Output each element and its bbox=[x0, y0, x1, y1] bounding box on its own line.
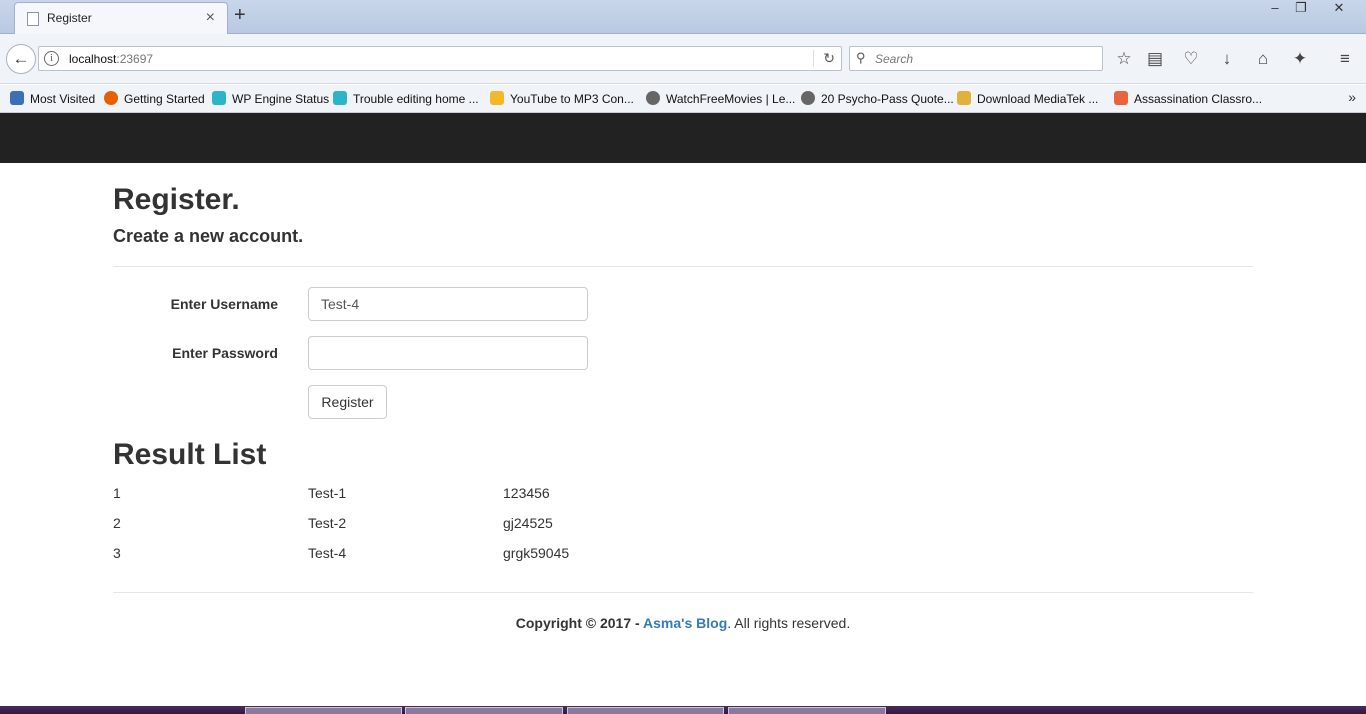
bookmark-star-icon[interactable]: ☆ bbox=[1113, 48, 1135, 70]
register-button[interactable]: Register bbox=[308, 385, 387, 419]
grid-icon bbox=[212, 91, 226, 105]
copyright-text: Copyright © 2017 - bbox=[515, 615, 644, 631]
search-icon: ⚲ bbox=[856, 50, 866, 65]
restore-icon[interactable]: ❐ bbox=[1288, 0, 1314, 18]
globe-icon bbox=[646, 91, 660, 105]
result-id: 2 bbox=[113, 515, 121, 531]
taskbar-item[interactable] bbox=[728, 707, 886, 714]
globe-icon bbox=[801, 91, 815, 105]
bookmark-item[interactable]: Assassination Classro... bbox=[1114, 91, 1262, 106]
video-icon bbox=[490, 91, 504, 105]
tab-title: Register bbox=[47, 11, 92, 25]
result-username: Test-2 bbox=[308, 515, 347, 531]
search-placeholder: Search bbox=[875, 52, 914, 66]
menu-icon[interactable]: ≡ bbox=[1334, 48, 1356, 70]
result-list-title: Result List bbox=[113, 438, 267, 471]
close-window-icon[interactable]: ✕ bbox=[1326, 0, 1352, 18]
os-taskbar bbox=[0, 706, 1366, 714]
info-icon[interactable]: i bbox=[44, 51, 59, 66]
username-label: Enter Username bbox=[170, 296, 278, 312]
taskbar-item[interactable] bbox=[405, 707, 563, 714]
page-icon bbox=[27, 12, 39, 26]
browser-nav-bar: ← i localhost:23697 ↻ ⚲ Search ☆ ▤ ♡ ↓ ⌂… bbox=[0, 34, 1366, 84]
divider bbox=[113, 266, 1253, 267]
page-subtitle: Create a new account. bbox=[113, 226, 304, 246]
blog-link[interactable]: Asma's Blog bbox=[643, 615, 727, 631]
taskbar-item[interactable] bbox=[567, 707, 724, 714]
url-bar[interactable]: i localhost:23697 ↻ bbox=[38, 46, 842, 71]
bookmark-item[interactable]: Trouble editing home ... bbox=[333, 91, 479, 106]
download-icon[interactable]: ↓ bbox=[1216, 48, 1238, 70]
minimize-icon[interactable]: – bbox=[1262, 0, 1288, 18]
bookmark-item[interactable]: Most Visited bbox=[10, 91, 95, 106]
reading-list-icon[interactable]: ▤ bbox=[1144, 48, 1166, 70]
bookmark-item[interactable]: Download MediaTek ... bbox=[957, 91, 1098, 106]
result-username: Test-4 bbox=[308, 545, 347, 561]
result-password: grgk59045 bbox=[503, 545, 570, 561]
reload-icon[interactable]: ↻ bbox=[813, 50, 835, 67]
firefox-icon bbox=[104, 91, 118, 105]
password-input[interactable] bbox=[308, 336, 588, 370]
bookmarks-toolbar: Most Visited Getting Started WP Engine S… bbox=[0, 85, 1366, 113]
site-navbar bbox=[0, 113, 1366, 163]
site-logo-icon bbox=[1114, 91, 1128, 105]
rights-text: . All rights reserved. bbox=[727, 615, 851, 631]
new-tab-icon[interactable]: + bbox=[234, 4, 246, 27]
result-password: gj24525 bbox=[503, 515, 553, 531]
taskbar-item[interactable] bbox=[245, 707, 402, 714]
grid-icon bbox=[333, 91, 347, 105]
bookmark-item[interactable]: Getting Started bbox=[104, 91, 205, 106]
close-icon[interactable]: × bbox=[206, 9, 215, 27]
page-title: Register. bbox=[113, 183, 240, 216]
back-arrow-icon[interactable]: ← bbox=[6, 44, 36, 74]
bookmark-folder-icon bbox=[10, 91, 24, 105]
chevron-right-icon[interactable]: » bbox=[1348, 89, 1356, 105]
pocket-icon[interactable]: ♡ bbox=[1180, 48, 1202, 70]
footer-divider bbox=[113, 592, 1253, 593]
download-site-icon bbox=[957, 91, 971, 105]
footer: Copyright © 2017 - Asma's Blog. All righ… bbox=[0, 615, 1366, 631]
bookmark-item[interactable]: 20 Psycho-Pass Quote... bbox=[801, 91, 954, 106]
bookmark-item[interactable]: YouTube to MP3 Con... bbox=[490, 91, 634, 106]
result-id: 3 bbox=[113, 545, 121, 561]
extension-icon[interactable]: ✦ bbox=[1289, 48, 1311, 70]
result-password: 123456 bbox=[503, 485, 550, 501]
bookmark-item[interactable]: WatchFreeMovies | Le... bbox=[646, 91, 795, 106]
password-label: Enter Password bbox=[172, 345, 278, 361]
result-id: 1 bbox=[113, 485, 121, 501]
browser-tab-bar: Register × + – ❐ ✕ bbox=[0, 0, 1366, 34]
username-input[interactable] bbox=[308, 287, 588, 321]
bookmark-item[interactable]: WP Engine Status bbox=[212, 91, 329, 106]
search-bar[interactable]: ⚲ Search bbox=[849, 46, 1103, 71]
result-username: Test-1 bbox=[308, 485, 347, 501]
browser-tab-register[interactable]: Register × bbox=[14, 2, 228, 34]
home-icon[interactable]: ⌂ bbox=[1252, 48, 1274, 70]
url-text: localhost:23697 bbox=[69, 52, 154, 66]
